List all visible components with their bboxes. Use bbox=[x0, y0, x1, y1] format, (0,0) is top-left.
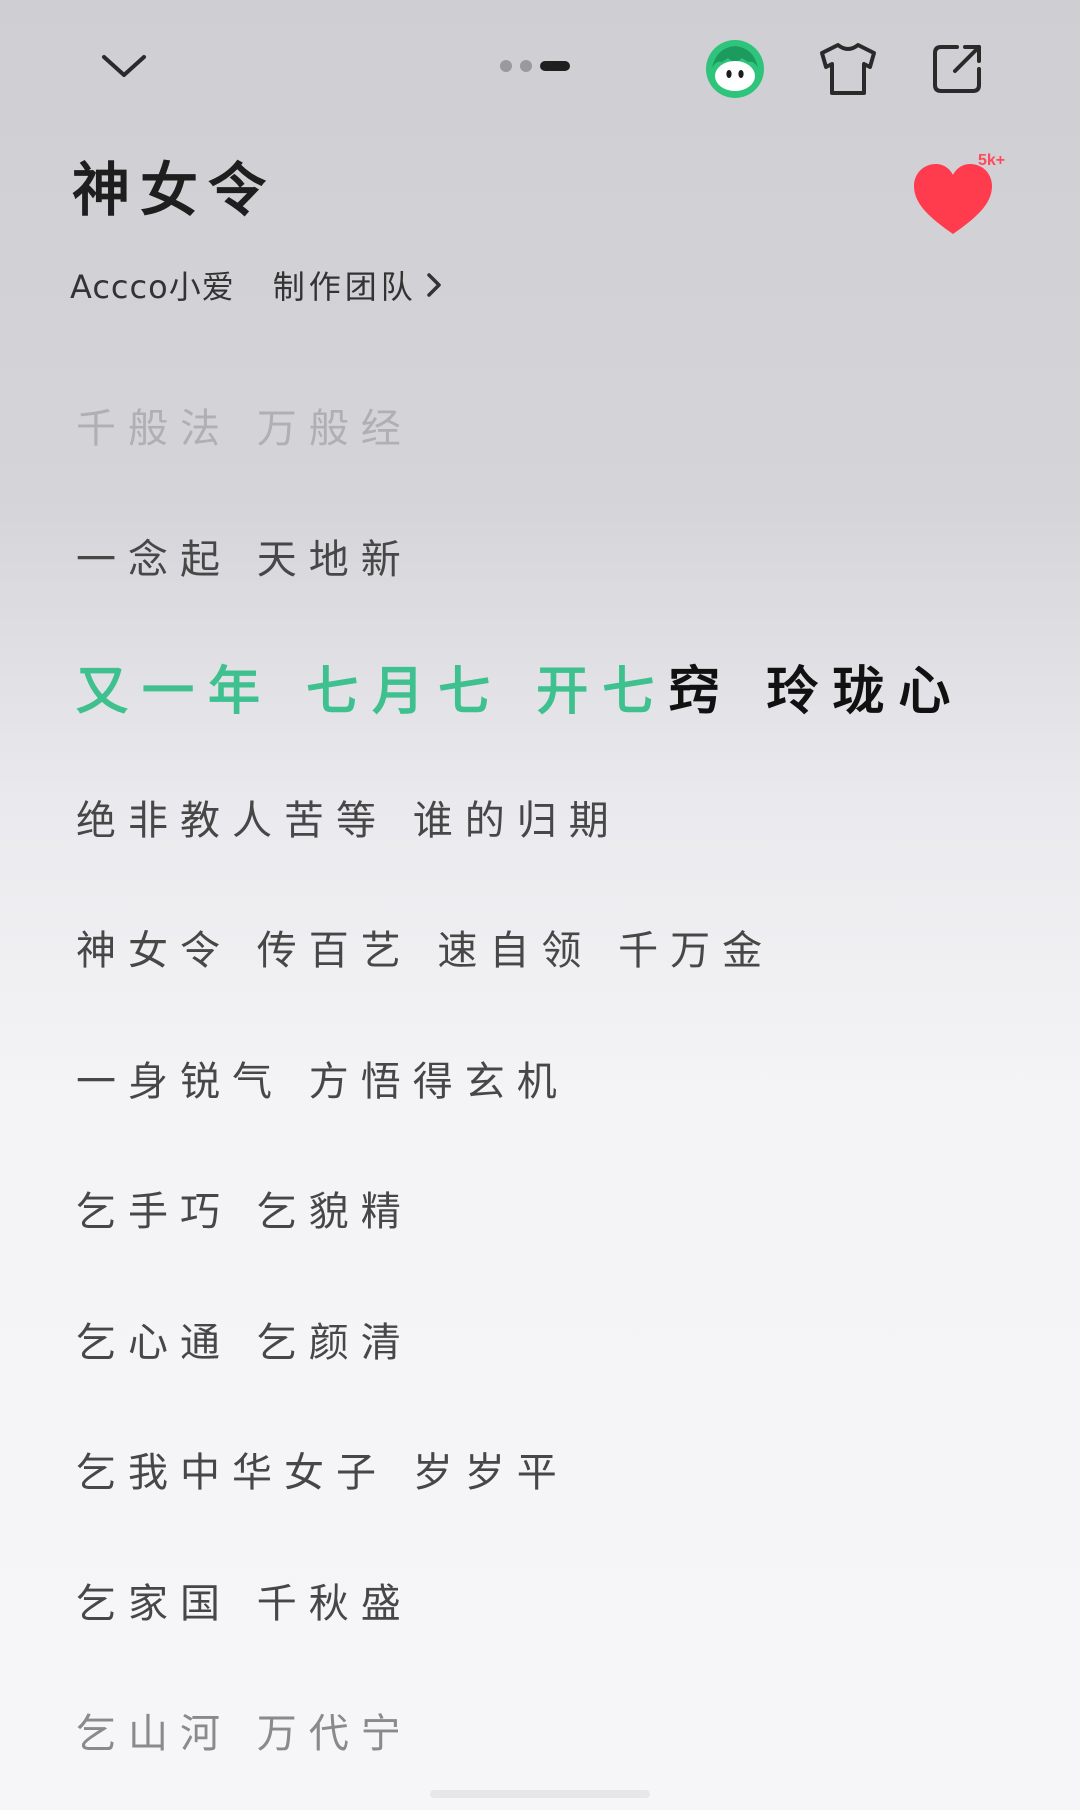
lyric-line[interactable]: 乞我中华女子 岁岁平 bbox=[76, 1404, 1056, 1535]
mascot-button[interactable] bbox=[702, 36, 768, 102]
home-indicator bbox=[430, 1790, 650, 1798]
mascot-icon bbox=[706, 40, 764, 98]
like-count: 5k+ bbox=[978, 152, 1006, 169]
page-dot-active bbox=[540, 61, 570, 71]
chevron-right-icon bbox=[425, 271, 443, 299]
lyric-line[interactable]: 乞心通 乞颜清 bbox=[76, 1274, 1056, 1405]
lyric-line[interactable]: 绝非教人苦等 谁的归期 bbox=[76, 752, 1056, 883]
chevron-down-icon bbox=[102, 55, 146, 77]
lyrics-list[interactable]: 千般法 万般经 一念起 天地新 又一年 七月七 开七窍 玲珑心 绝非教人苦等 谁… bbox=[76, 360, 1056, 1796]
lyric-line[interactable]: 神女令 传百艺 速自领 千万金 bbox=[76, 882, 1056, 1013]
production-team-label: 制作团队 bbox=[272, 268, 417, 306]
tshirt-icon bbox=[820, 43, 876, 95]
credits-link[interactable]: Accco小爱 制作团队 bbox=[70, 262, 443, 308]
page-dot bbox=[500, 60, 512, 72]
lyric-line[interactable]: 乞家国 千秋盛 bbox=[76, 1535, 1056, 1666]
share-icon bbox=[933, 45, 981, 93]
lyric-line[interactable]: 乞山河 万代宁 bbox=[76, 1665, 1056, 1796]
share-button[interactable] bbox=[924, 36, 990, 102]
page-dot bbox=[520, 60, 532, 72]
collapse-button[interactable] bbox=[92, 38, 156, 94]
lyric-line[interactable]: 千般法 万般经 bbox=[76, 360, 1056, 491]
theme-button[interactable] bbox=[815, 36, 881, 102]
lyric-sung-part: 又一年 七月七 开七 bbox=[76, 661, 669, 722]
heart-icon bbox=[914, 164, 992, 234]
page-indicator[interactable] bbox=[500, 60, 570, 72]
song-title: 神女令 bbox=[72, 156, 277, 224]
lyric-line[interactable]: 一身锐气 方悟得玄机 bbox=[76, 1013, 1056, 1144]
lyric-line[interactable]: 乞手巧 乞貌精 bbox=[76, 1143, 1056, 1274]
lyric-line-current[interactable]: 又一年 七月七 开七窍 玲珑心 bbox=[76, 621, 1056, 752]
like-button[interactable]: 5k+ bbox=[910, 152, 1020, 242]
top-bar bbox=[0, 0, 1080, 140]
artist-name: Accco小爱 bbox=[70, 268, 235, 306]
lyric-unsung-part: 窍 玲珑心 bbox=[668, 661, 965, 722]
lyric-line[interactable]: 一念起 天地新 bbox=[76, 491, 1056, 622]
